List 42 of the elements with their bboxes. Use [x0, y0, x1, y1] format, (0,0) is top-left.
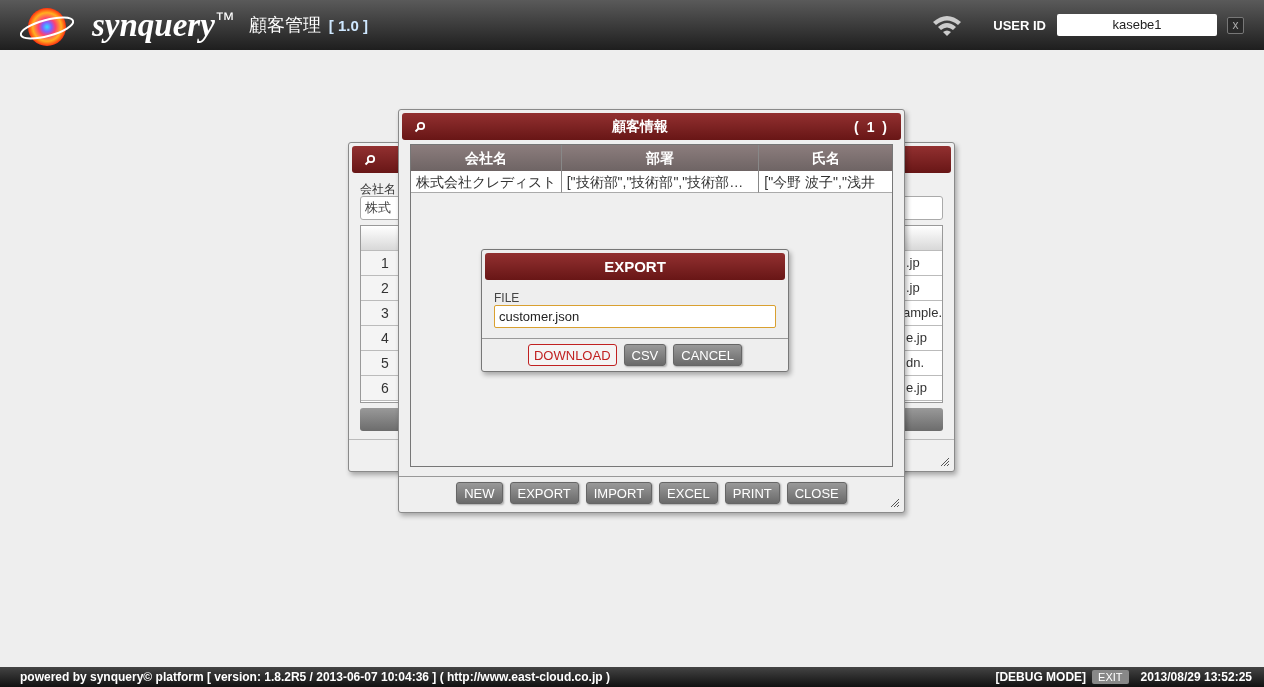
- exit-button[interactable]: EXIT: [1092, 670, 1129, 684]
- email-cell: e.jp: [906, 380, 927, 395]
- record-count: ( 1 ): [854, 118, 889, 135]
- file-label: FILE: [494, 291, 520, 305]
- platform-info: powered by synquery© platform [ version: 1.8.2R5 / 2013-06-07 10:04:36 ] ( http://www.east-cloud.co.jp ): [20, 670, 610, 684]
- brand-name: synquery$^{™}$: [92, 6, 235, 44]
- email-cell: dn.: [906, 355, 925, 370]
- email-cell: e.jp: [906, 330, 927, 345]
- toolbar-button[interactable]: EXPORT: [509, 482, 579, 504]
- table-cell[interactable]: 株式会社クレディスト: [411, 171, 562, 193]
- app-title: 顧客管理: [248, 14, 321, 37]
- toolbar-button[interactable]: EXCEL: [659, 482, 718, 504]
- resize-grip-icon[interactable]: [890, 498, 900, 508]
- dialog-button[interactable]: CSV: [623, 344, 667, 366]
- toolbar-button[interactable]: CLOSE: [786, 482, 847, 504]
- toolbar-button[interactable]: PRINT: [724, 482, 780, 504]
- dialog-title: EXPORT: [485, 253, 785, 280]
- email-cell: ample.: [902, 305, 942, 320]
- timestamp: 2013/08/29 13:52:25: [1140, 670, 1252, 684]
- version-label: [ 1.0 ]: [328, 16, 369, 34]
- dialog-button[interactable]: CANCEL: [673, 344, 742, 366]
- company-label: 会社名: [360, 182, 396, 196]
- user-id-label: USER ID: [993, 17, 1046, 33]
- user-id-field[interactable]: kasebe1: [1057, 14, 1217, 36]
- wifi-icon: [931, 13, 964, 37]
- email-cell: .jp: [906, 255, 920, 270]
- file-name-field[interactable]: customer.json: [494, 305, 776, 328]
- search-icon: [414, 120, 426, 133]
- window-title: 顧客情報: [611, 117, 670, 136]
- download-button[interactable]: DOWNLOAD: [527, 344, 617, 366]
- debug-mode-label: [DEBUG MODE]: [995, 670, 1087, 684]
- column-header: 氏名: [759, 145, 892, 171]
- search-icon: [364, 153, 376, 166]
- column-header: 会社名: [411, 145, 562, 171]
- toolbar-button[interactable]: IMPORT: [585, 482, 653, 504]
- table-cell[interactable]: ["今野 波子","浅井: [759, 171, 892, 193]
- table-cell[interactable]: ["技術部","技術部","技術部…: [561, 171, 760, 193]
- resize-grip-icon[interactable]: [940, 457, 950, 467]
- email-cell: .jp: [906, 280, 920, 295]
- toolbar-button[interactable]: NEW: [456, 482, 503, 504]
- column-header: 部署: [561, 145, 760, 171]
- clear-button[interactable]: x: [1227, 16, 1244, 34]
